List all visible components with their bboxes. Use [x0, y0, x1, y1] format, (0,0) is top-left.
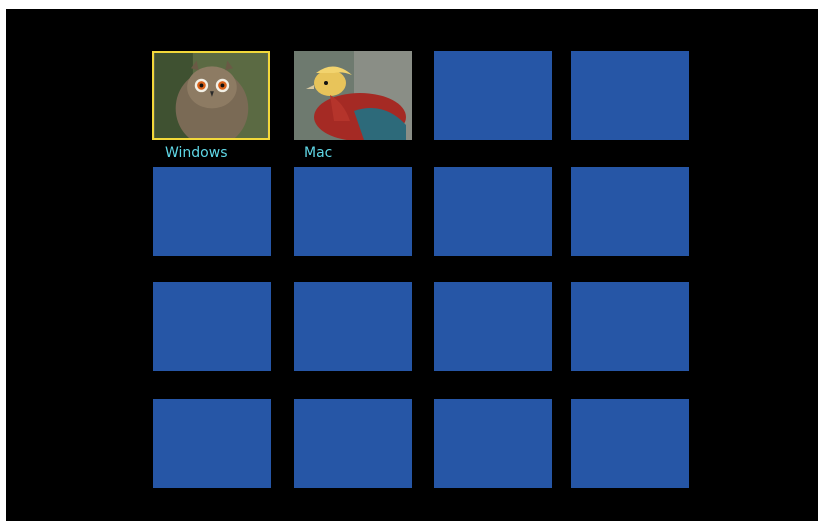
tile-empty[interactable] — [571, 282, 689, 371]
tile-empty[interactable] — [153, 282, 271, 371]
tile-empty[interactable] — [434, 399, 552, 488]
owl-photo-icon — [154, 53, 268, 138]
tile-empty[interactable] — [434, 167, 552, 256]
tile-empty[interactable] — [294, 282, 412, 371]
tile-label-mac: Mac — [304, 145, 333, 161]
tile-empty[interactable] — [294, 399, 412, 488]
tile-windows[interactable] — [152, 51, 270, 140]
tile-empty[interactable] — [294, 167, 412, 256]
tile-label-windows: Windows — [165, 145, 228, 161]
tile-empty[interactable] — [571, 399, 689, 488]
tile-empty[interactable] — [571, 51, 689, 140]
tile-empty[interactable] — [571, 167, 689, 256]
pheasant-photo-icon — [294, 51, 412, 140]
tile-empty[interactable] — [434, 51, 552, 140]
grid-screen: Windows Mac — [6, 9, 818, 521]
tile-empty[interactable] — [153, 167, 271, 256]
tile-empty[interactable] — [434, 282, 552, 371]
tile-empty[interactable] — [153, 399, 271, 488]
tile-mac[interactable] — [294, 51, 412, 140]
